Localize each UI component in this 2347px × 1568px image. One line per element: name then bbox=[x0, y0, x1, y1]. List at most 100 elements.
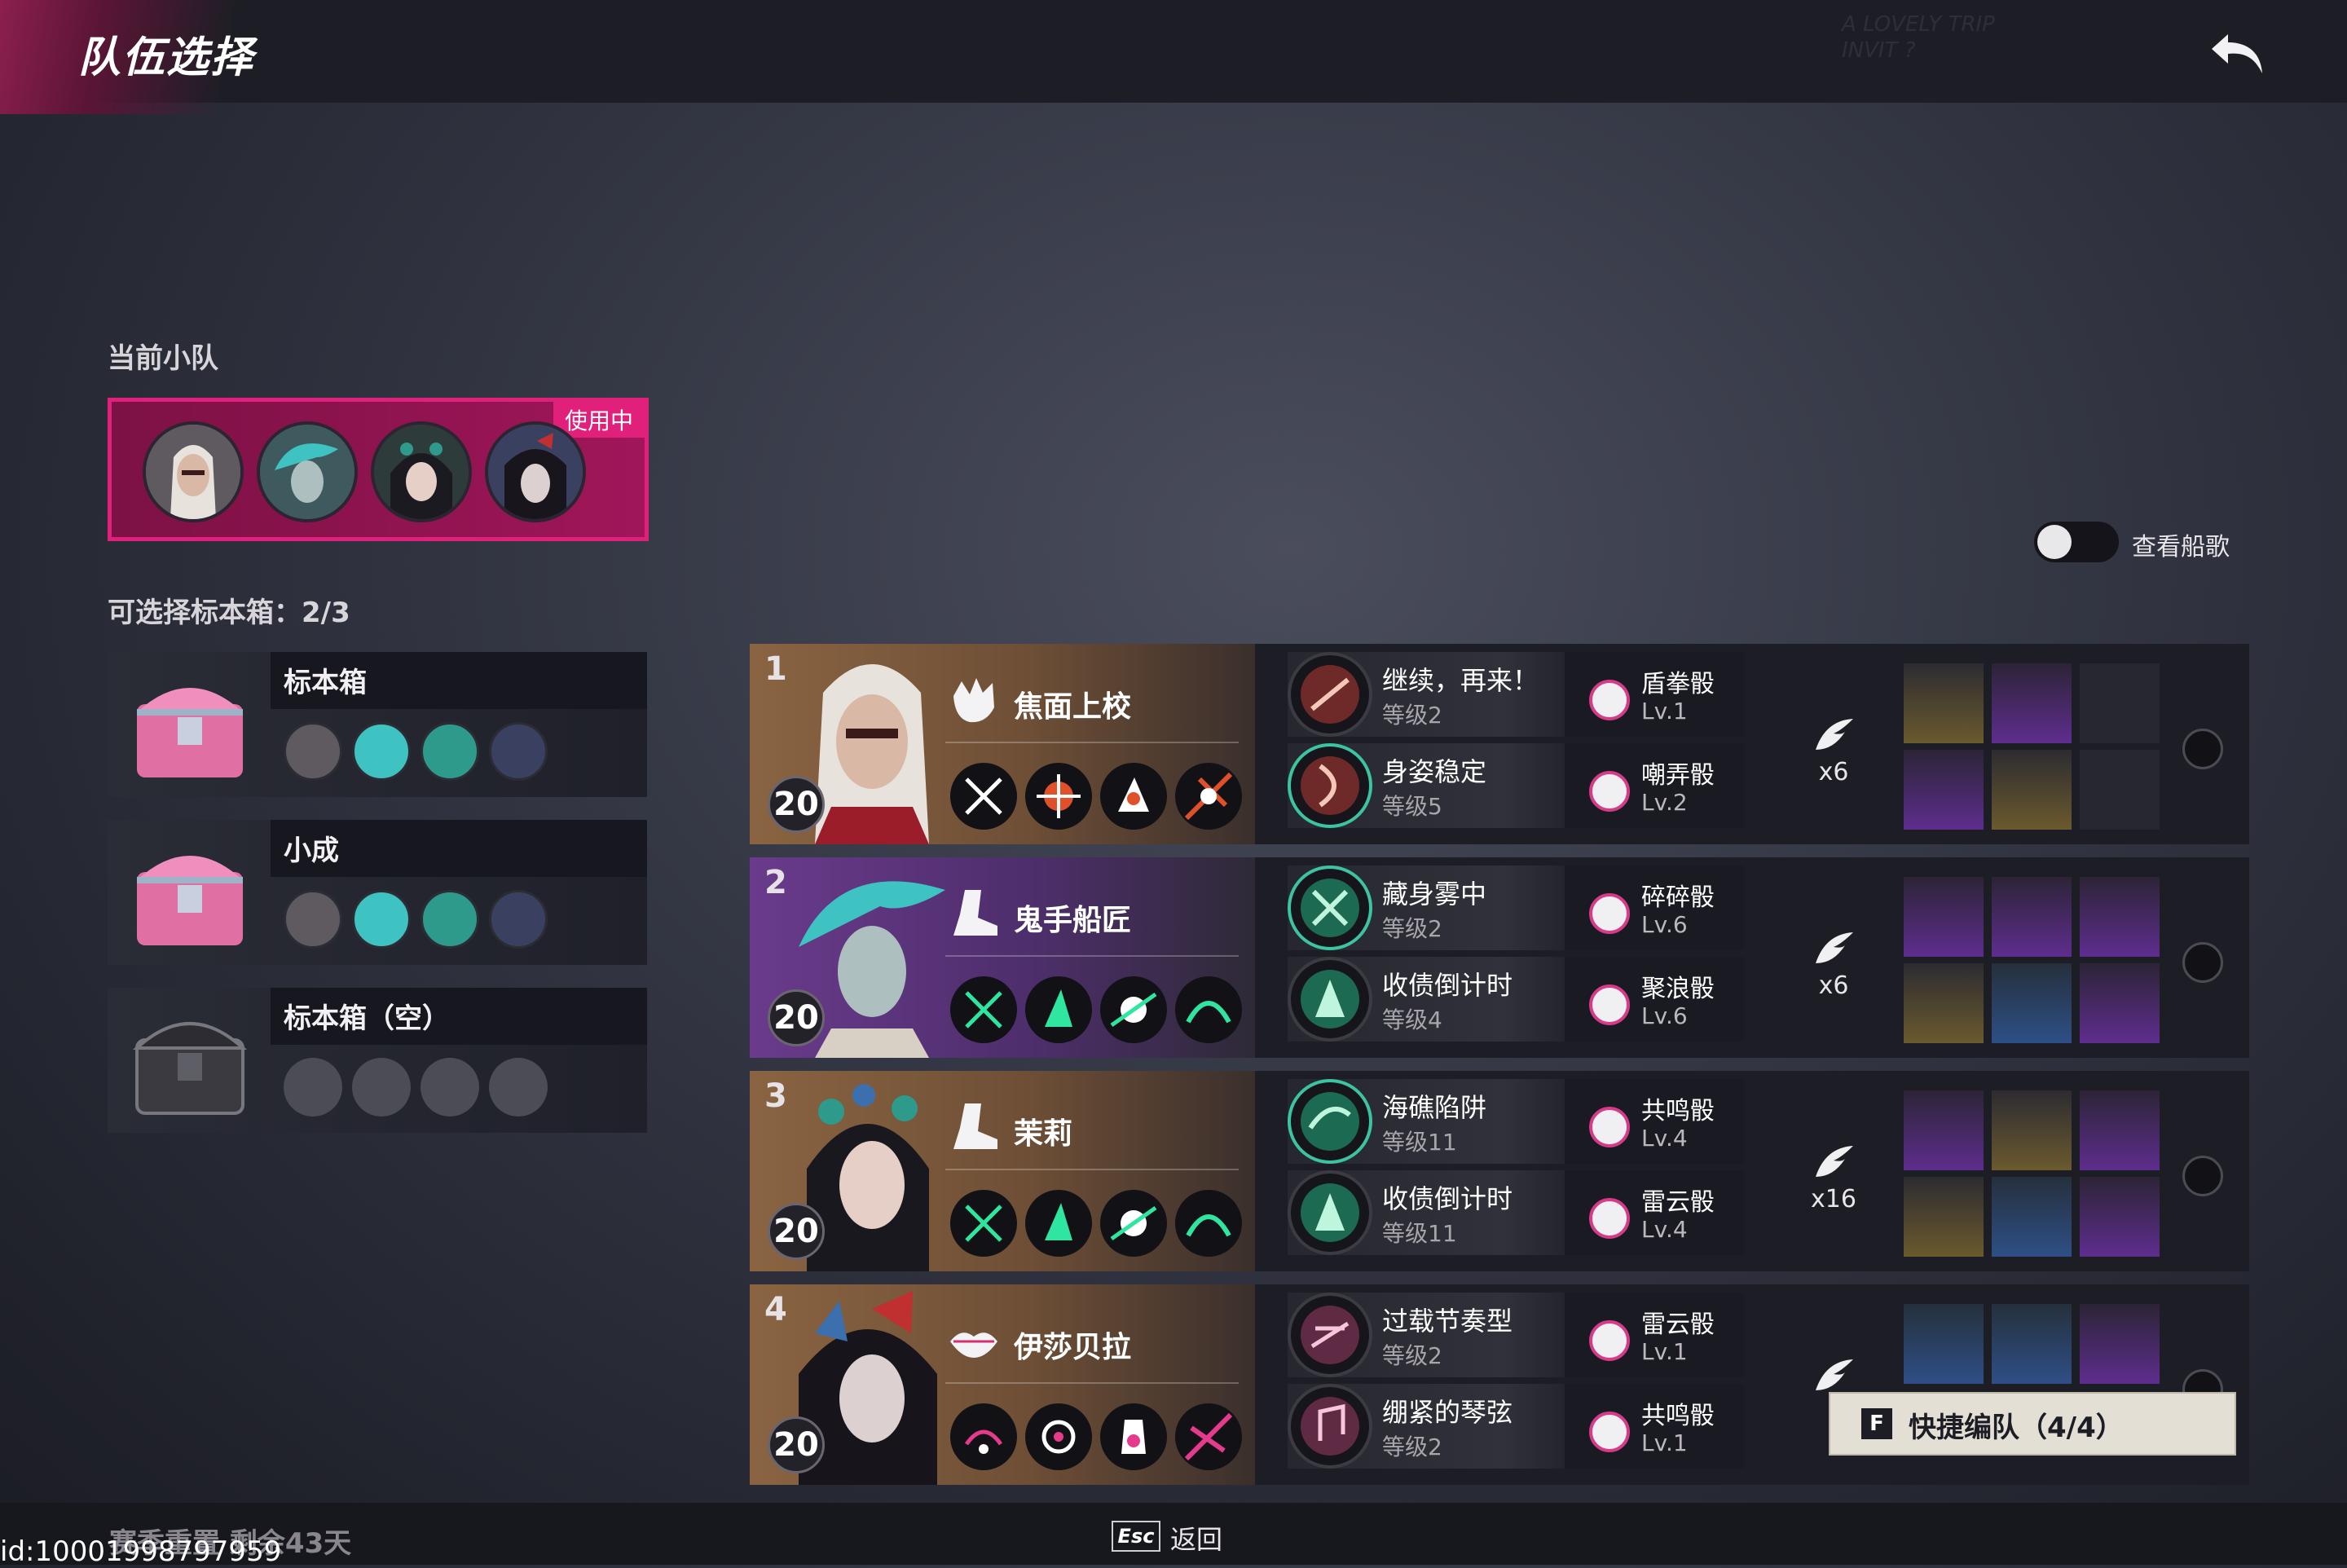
passive-skill-1[interactable]: 海礁陷阱 等级11 bbox=[1288, 1079, 1597, 1164]
specimen-box-row-1[interactable]: 标本箱 bbox=[108, 652, 647, 797]
skill-icon[interactable] bbox=[1175, 976, 1242, 1043]
passive-skill-1[interactable]: 藏身雾中 等级2 bbox=[1288, 865, 1597, 950]
empty-slot bbox=[489, 1058, 548, 1117]
equipment-item[interactable] bbox=[1992, 1304, 2072, 1384]
empty-chest-icon bbox=[132, 1022, 248, 1115]
feather-icon bbox=[1816, 719, 1853, 750]
magnifier-icon[interactable] bbox=[2182, 1156, 2223, 1196]
squad-portrait-isabella[interactable] bbox=[485, 421, 586, 522]
skill-icon[interactable] bbox=[1100, 1403, 1167, 1470]
boot-class-icon bbox=[953, 1103, 997, 1149]
squad-portrait-jasmine[interactable] bbox=[371, 421, 472, 522]
character-name: 鬼手船匠 bbox=[1014, 904, 1132, 937]
skill-icon[interactable] bbox=[1100, 976, 1167, 1043]
dice-slot-2[interactable]: 雷云骰 Lv.4 bbox=[1565, 1170, 1744, 1255]
empty-equipment-slot[interactable] bbox=[2080, 750, 2160, 830]
empty-equipment-slot[interactable] bbox=[2080, 663, 2160, 743]
dice-icon bbox=[1589, 680, 1630, 720]
pink-chest-icon bbox=[137, 688, 243, 777]
specimen-box-row-3[interactable]: 标本箱（空） bbox=[108, 988, 647, 1133]
equipment-item[interactable] bbox=[2080, 1304, 2160, 1384]
back-label[interactable]: 返回 bbox=[1170, 1519, 1222, 1557]
passive-skill-2[interactable]: 收债倒计时 等级4 bbox=[1288, 957, 1597, 1042]
passive-skill-1[interactable]: 过载节奏型 等级2 bbox=[1288, 1293, 1597, 1377]
dice-icon bbox=[1589, 893, 1630, 934]
mini-portrait-colonel bbox=[284, 890, 342, 949]
slot-number: 1 bbox=[764, 650, 787, 688]
skill-icon[interactable] bbox=[1025, 1403, 1092, 1470]
specimen-box-name: 标本箱 bbox=[284, 667, 367, 699]
back-arrow-icon[interactable] bbox=[2205, 28, 2270, 80]
passive-skill-2[interactable]: 绷紧的琴弦 等级2 bbox=[1288, 1384, 1597, 1469]
passive-skill-1[interactable]: 继续，再来！ 等级2 bbox=[1288, 652, 1597, 737]
squad-portrait-colonel[interactable] bbox=[143, 421, 244, 522]
equipment-item[interactable] bbox=[1904, 750, 1984, 830]
current-squad-box[interactable]: 使用中 bbox=[108, 398, 649, 541]
equipment-item[interactable] bbox=[1992, 663, 2072, 743]
skill-icon[interactable] bbox=[1100, 1190, 1167, 1257]
equipment-item[interactable] bbox=[1904, 1090, 1984, 1170]
keyboard-key-f: F bbox=[1861, 1408, 1892, 1439]
mini-portrait-colonel bbox=[284, 722, 342, 781]
dice-slot-2[interactable]: 聚浪骰 Lv.6 bbox=[1565, 957, 1744, 1042]
equipment-item[interactable] bbox=[1992, 1177, 2072, 1257]
dice-icon bbox=[1589, 771, 1630, 812]
passive-skill-icon bbox=[1288, 743, 1372, 828]
specimen-box-row-2[interactable]: 小成 bbox=[108, 820, 647, 965]
skill-icon[interactable] bbox=[1100, 763, 1167, 830]
equipment-item[interactable] bbox=[1992, 1090, 2072, 1170]
fist-class-icon bbox=[953, 678, 994, 723]
toggle-knob bbox=[2037, 525, 2072, 559]
keyboard-key-esc[interactable]: Esc bbox=[1112, 1521, 1160, 1552]
user-id-text: id:10001998797959 bbox=[0, 1535, 282, 1568]
skill-icon[interactable] bbox=[1175, 1403, 1242, 1470]
skill-icon[interactable] bbox=[1025, 976, 1092, 1043]
feather-count: x6 bbox=[1818, 758, 1849, 786]
passive-skill-2[interactable]: 身姿稳定 等级5 bbox=[1288, 743, 1597, 828]
equipment-item[interactable] bbox=[2080, 877, 2160, 957]
skill-icon[interactable] bbox=[950, 763, 1017, 830]
character-level: 20 bbox=[768, 1203, 825, 1260]
equipment-item[interactable] bbox=[1992, 963, 2072, 1043]
skill-icon[interactable] bbox=[950, 1190, 1017, 1257]
equipment-item[interactable] bbox=[1904, 963, 1984, 1043]
dice-slot-1[interactable]: 盾拳骰 Lv.1 bbox=[1565, 652, 1744, 737]
equipment-item[interactable] bbox=[1904, 1304, 1984, 1384]
equipment-item[interactable] bbox=[1992, 877, 2072, 957]
mini-portrait-jasmine bbox=[421, 890, 479, 949]
equipment-item[interactable] bbox=[1904, 1177, 1984, 1257]
skill-icon[interactable] bbox=[1025, 763, 1092, 830]
dice-slot-1[interactable]: 共鸣骰 Lv.4 bbox=[1565, 1079, 1744, 1164]
slot-number: 2 bbox=[764, 864, 787, 901]
dice-slot-2[interactable]: 共鸣骰 Lv.1 bbox=[1565, 1384, 1744, 1469]
mini-portrait-shipwright bbox=[352, 722, 411, 781]
passive-skill-2[interactable]: 收债倒计时 等级11 bbox=[1288, 1170, 1597, 1255]
quick-form-button[interactable]: F 快捷编队（4/4） bbox=[1829, 1392, 2236, 1456]
equipment-item[interactable] bbox=[1904, 663, 1984, 743]
equipment-item[interactable] bbox=[1904, 877, 1984, 957]
skill-icon[interactable] bbox=[950, 1403, 1017, 1470]
magnifier-icon[interactable] bbox=[2182, 729, 2223, 769]
equipment-item[interactable] bbox=[2080, 963, 2160, 1043]
equipment-item[interactable] bbox=[2080, 1177, 2160, 1257]
skill-icon[interactable] bbox=[950, 976, 1017, 1043]
lips-class-icon bbox=[950, 1332, 997, 1358]
team-member-row-1[interactable]: 1 20 焦面上校 继续，再来！ 等级2 身姿稳定 等级5 盾拳骰 Lv.1 嘲… bbox=[750, 644, 2249, 844]
squad-portrait-shipwright[interactable] bbox=[257, 421, 358, 522]
team-member-row-3[interactable]: 3 20 茉莉 海礁陷阱 等级11 收债倒计时 等级11 共鸣骰 Lv.4 雷云… bbox=[750, 1071, 2249, 1271]
magnifier-icon[interactable] bbox=[2182, 942, 2223, 983]
equipment-item[interactable] bbox=[1992, 750, 2072, 830]
passive-skill-icon bbox=[1288, 1293, 1372, 1377]
skill-icon[interactable] bbox=[1175, 1190, 1242, 1257]
dice-slot-1[interactable]: 碎碎骰 Lv.6 bbox=[1565, 865, 1744, 950]
feather-count: x6 bbox=[1818, 971, 1849, 1000]
dice-slot-2[interactable]: 嘲弄骰 Lv.2 bbox=[1565, 743, 1744, 828]
skill-icon[interactable] bbox=[1025, 1190, 1092, 1257]
specimen-box-name: 小成 bbox=[284, 835, 339, 867]
ship-song-toggle[interactable] bbox=[2034, 522, 2119, 562]
watermark-text: A LOVELY TRIP INVIT ? bbox=[1842, 12, 1995, 63]
skill-icon[interactable] bbox=[1175, 763, 1242, 830]
equipment-item[interactable] bbox=[2080, 1090, 2160, 1170]
dice-slot-1[interactable]: 雷云骰 Lv.1 bbox=[1565, 1293, 1744, 1377]
team-member-row-2[interactable]: 2 20 鬼手船匠 藏身雾中 等级2 收债倒计时 等级4 碎碎骰 Lv.6 聚浪… bbox=[750, 857, 2249, 1058]
